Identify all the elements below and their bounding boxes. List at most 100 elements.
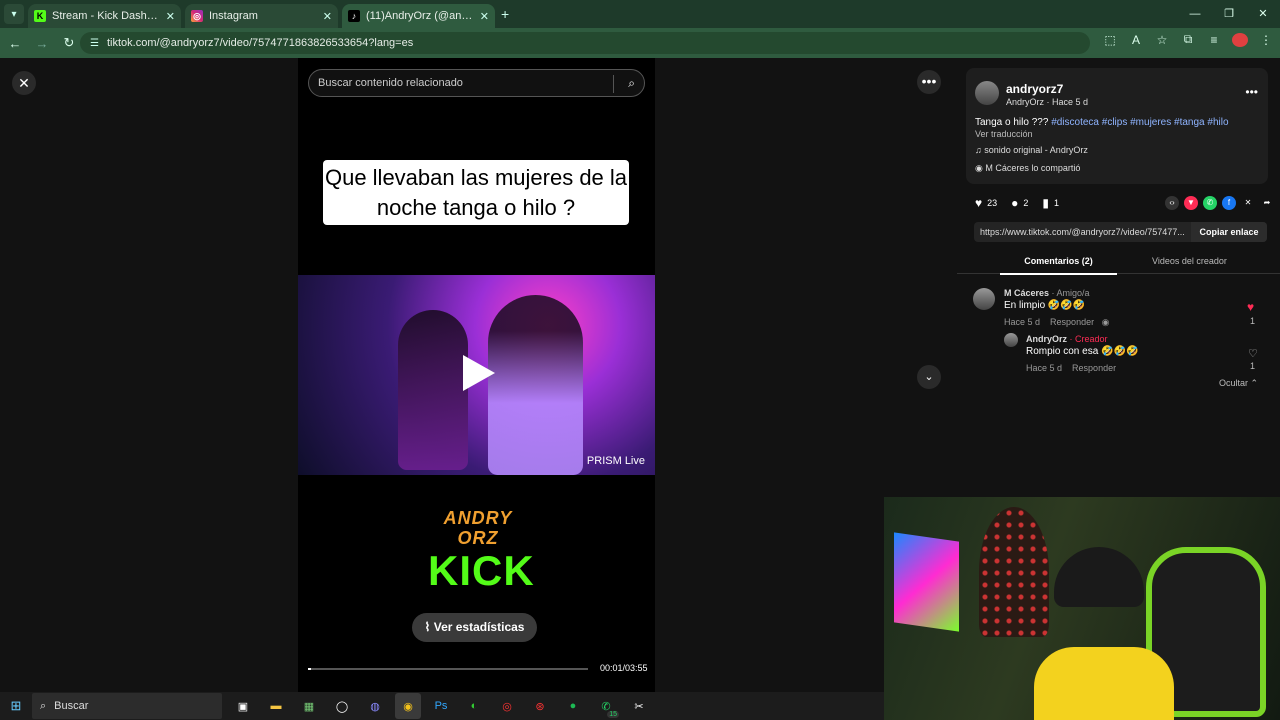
comment-item: M Cáceres · Amigo/a En limpio 🤣🤣🤣 Hace 5…	[1004, 288, 1224, 328]
close-video-button[interactable]: ✕	[12, 71, 36, 95]
view-stats-button[interactable]: ⌇ Ver estadísticas	[412, 613, 537, 642]
file-explorer-icon[interactable]: ▬	[263, 693, 289, 719]
hide-replies-link[interactable]: Ocultar ⌃	[1219, 378, 1258, 389]
post-info-card: andryorz7 AndryOrz · Hace 5 d ••• Tanga …	[966, 68, 1268, 184]
repost-share-icon[interactable]: ▼	[1184, 196, 1198, 210]
whatsapp-icon[interactable]: ✆	[1203, 196, 1217, 210]
shared-by: ◉ M Cáceres lo compartió	[975, 163, 1080, 174]
taskbar-search[interactable]: ⌕ Buscar	[32, 693, 222, 719]
taskbar-apps: ▣ ▬ ▦ ◯ ◍ ◉ Ps ◐ ◎ ⊛ ● ✆ 15 ✂	[230, 693, 652, 719]
tab-comments[interactable]: Comentarios (2)	[1000, 256, 1117, 275]
new-tab-button[interactable]: +	[501, 6, 509, 22]
streamer-cap	[1054, 547, 1144, 607]
back-icon[interactable]: ←	[3, 36, 27, 51]
heart-icon[interactable]: ♥	[1247, 300, 1254, 314]
share-link-field[interactable]: https://www.tiktok.com/@andryorz7/video/…	[974, 222, 1267, 242]
logo-kick-text: KICK	[428, 547, 535, 594]
repost-icon: ◉	[975, 163, 986, 173]
url-field[interactable]: ☰ tiktok.com/@andryorz7/video/7574771863…	[80, 32, 1090, 54]
kick-icon: K	[34, 10, 46, 22]
windows-start-icon[interactable]: ⊞	[0, 698, 32, 714]
tab-creator-videos[interactable]: Videos del creador	[1131, 256, 1248, 266]
webcam-overlay	[884, 497, 1280, 720]
avatar[interactable]	[1004, 333, 1018, 347]
creator-tag: · Creador	[1069, 334, 1108, 344]
reply-item: AndryOrz · Creador Rompio con esa 🤣🤣🤣 Ha…	[1026, 334, 1226, 373]
tab-title: Instagram	[209, 10, 258, 22]
comment-author[interactable]: M Cáceres	[1004, 288, 1049, 298]
music-note-icon: ♫	[975, 145, 985, 155]
divider	[613, 75, 614, 93]
chrome-icon[interactable]: ◉	[395, 693, 421, 719]
friend-tag: · Amigo/a	[1051, 288, 1090, 298]
browser-actions: ⬚ A ☆ ⧉ ≡ ⋮	[1102, 32, 1274, 47]
app-icon[interactable]: ⊛	[527, 693, 553, 719]
avatar[interactable]	[975, 81, 999, 105]
restore-icon[interactable]: ❐	[1212, 0, 1246, 28]
comment-icon: ●	[1011, 196, 1019, 210]
sound-link[interactable]: ♫ sonido original - AndryOrz	[975, 145, 1088, 155]
close-icon[interactable]: ✕	[323, 10, 332, 23]
profile-avatar[interactable]	[1232, 32, 1248, 47]
save-count: 1	[1054, 198, 1060, 208]
store-icon[interactable]: ▦	[296, 693, 322, 719]
streamer	[1034, 547, 1174, 720]
author-username[interactable]: andryorz7	[1006, 82, 1063, 96]
close-window-icon[interactable]: ✕	[1246, 0, 1280, 28]
discord-icon[interactable]: ◍	[362, 693, 388, 719]
comment-button[interactable]: ● 2	[1011, 196, 1028, 210]
tab-title: (11)AndryOrz (@andryorz7) | Ti	[366, 10, 476, 22]
related-search-input[interactable]: Buscar contenido relacionado ⌕	[308, 69, 645, 97]
opera-icon[interactable]: ◎	[494, 693, 520, 719]
tab-tiktok[interactable]: ♪ (11)AndryOrz (@andryorz7) | Ti ✕	[342, 4, 495, 28]
progress-bar[interactable]	[308, 668, 588, 670]
video-frame[interactable]: PRISM Live	[298, 275, 655, 475]
next-video-button[interactable]: ⌄	[917, 365, 941, 389]
comment-time: Hace 5 d	[1026, 363, 1063, 373]
bookmark-star-icon[interactable]: ☆	[1154, 33, 1170, 47]
like-button[interactable]: ♥ 23	[975, 196, 997, 210]
menu-dots-icon[interactable]: ⋮	[1258, 33, 1274, 47]
facebook-icon[interactable]: f	[1222, 196, 1236, 210]
reply-button[interactable]: Responder	[1050, 317, 1094, 327]
reload-icon[interactable]: ↻	[57, 35, 81, 51]
avatar[interactable]	[973, 288, 995, 310]
capcut-icon[interactable]: ✂	[626, 693, 652, 719]
hashtags[interactable]: #discoteca #clips #mujeres #tanga #hilo	[1051, 117, 1228, 128]
video-player[interactable]: Buscar contenido relacionado ⌕ Que lleva…	[298, 58, 655, 692]
obs-icon[interactable]: ◐	[461, 693, 487, 719]
embed-icon[interactable]: ‹›	[1165, 196, 1179, 210]
site-info-icon[interactable]: ☰	[90, 38, 99, 49]
translate-icon[interactable]: A	[1128, 33, 1144, 47]
spotify-icon[interactable]: ●	[560, 693, 586, 719]
install-icon[interactable]: ⬚	[1102, 33, 1118, 47]
search-icon[interactable]: ⌕	[628, 76, 635, 91]
play-icon[interactable]	[463, 355, 495, 391]
minimize-icon[interactable]: —	[1178, 0, 1212, 28]
heart-outline-icon[interactable]: ♡	[1248, 347, 1258, 360]
tiktok-icon: ♪	[348, 10, 360, 22]
close-icon[interactable]: ✕	[480, 10, 489, 23]
search-app-icon[interactable]: ◯	[329, 693, 355, 719]
video-figure	[398, 310, 468, 470]
extensions-icon[interactable]: ⧉	[1180, 32, 1196, 47]
reply-button[interactable]: Responder	[1072, 363, 1116, 373]
copy-link-button[interactable]: Copiar enlace	[1191, 222, 1267, 242]
photoshop-icon[interactable]: Ps	[428, 693, 454, 719]
forward-icon[interactable]: →	[30, 36, 54, 51]
post-more-icon[interactable]: •••	[1245, 85, 1258, 99]
comment-author[interactable]: AndryOrz	[1026, 334, 1067, 344]
task-view-icon[interactable]: ▣	[230, 693, 256, 719]
tab-instagram[interactable]: ◎ Instagram ✕	[185, 4, 338, 28]
window-controls: — ❐ ✕	[1178, 0, 1280, 28]
tab-kick-dashboard[interactable]: K Stream - Kick Dashboard ✕	[28, 4, 181, 28]
close-icon[interactable]: ✕	[166, 10, 175, 23]
reading-list-icon[interactable]: ≡	[1206, 33, 1222, 47]
x-icon[interactable]: ✕	[1241, 196, 1255, 210]
tab-search-button[interactable]: ▾	[4, 4, 24, 24]
more-options-button[interactable]: •••	[917, 70, 941, 94]
see-translation-link[interactable]: Ver traducción	[975, 129, 1033, 139]
share-arrow-icon[interactable]: ➦	[1260, 196, 1274, 210]
save-button[interactable]: ▮ 1	[1042, 196, 1059, 210]
whatsapp-taskbar-icon[interactable]: ✆ 15	[593, 693, 619, 719]
